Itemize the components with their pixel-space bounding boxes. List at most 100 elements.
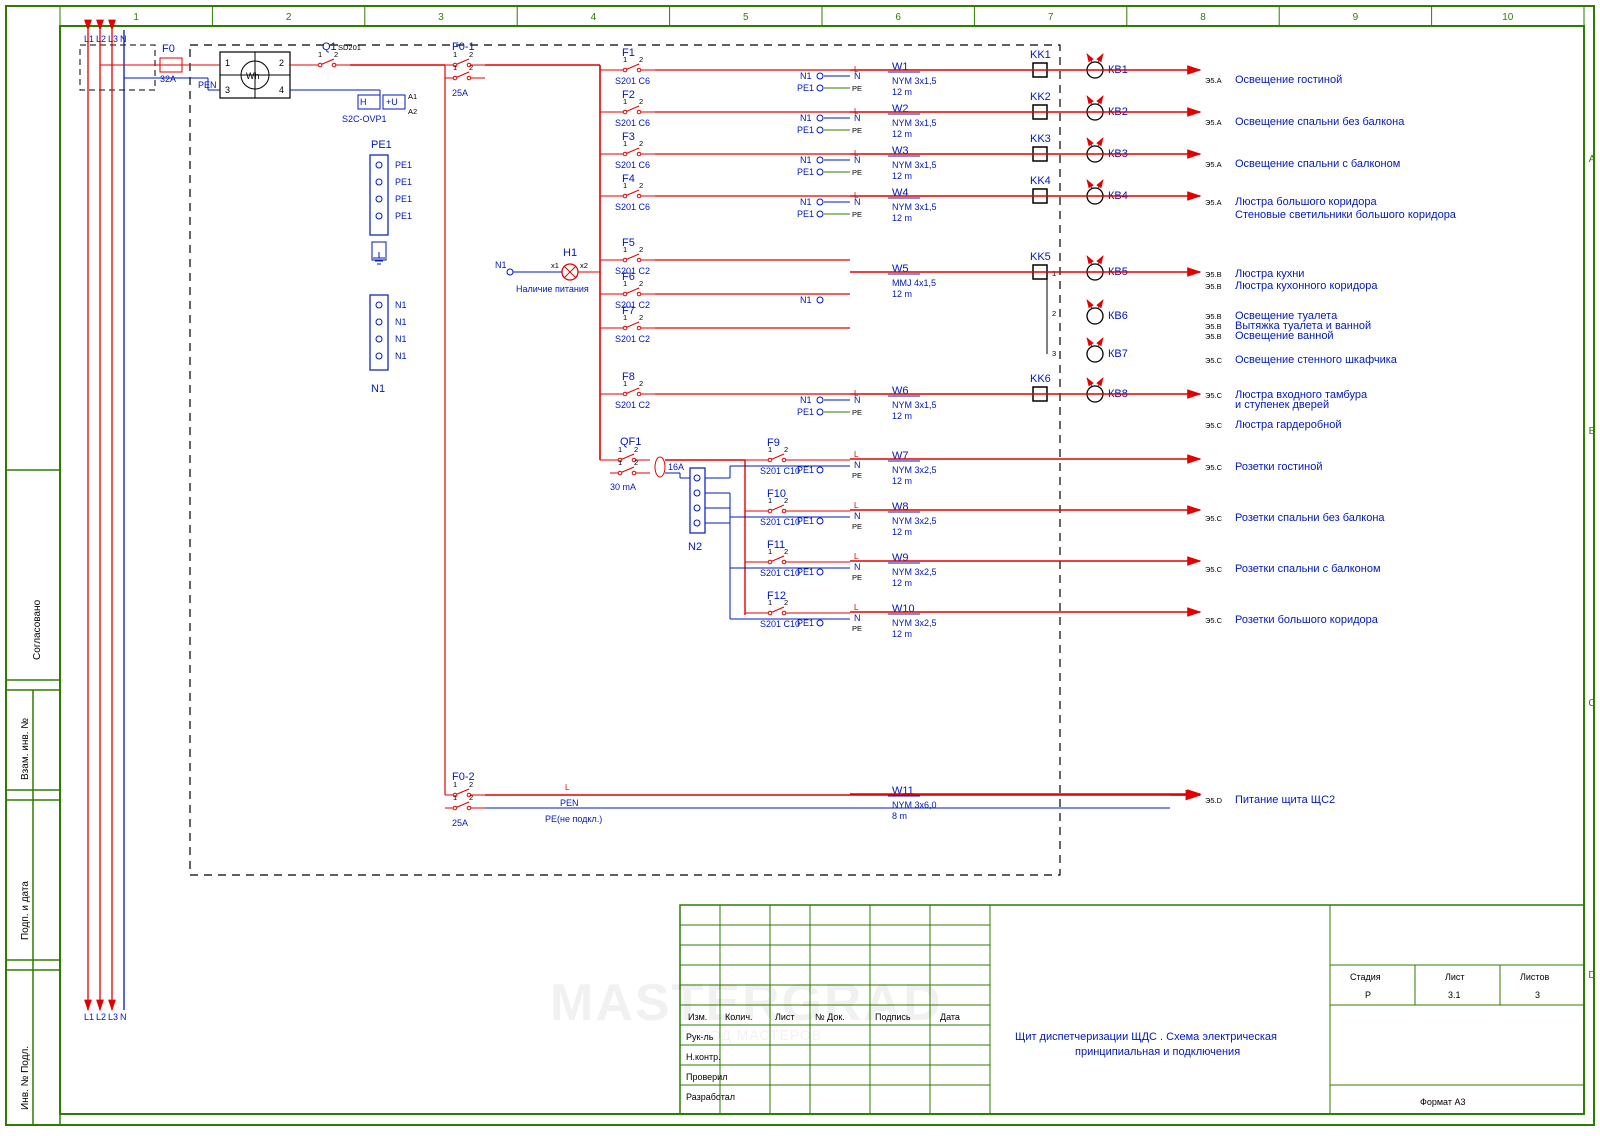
svg-text:Э5.А: Э5.А <box>1205 118 1222 127</box>
cable-W8: W8NYM 3x2,512 m <box>850 501 1200 537</box>
dest-18: Э5.DПитание щита ЩС2 <box>1205 794 1335 806</box>
svg-text:Освещение гостиной: Освещение гостиной <box>1235 74 1342 86</box>
svg-text:8 m: 8 m <box>892 811 907 821</box>
ovp-module: H +U A1 A2 S2C-OVP1 <box>342 90 417 124</box>
svg-text:W1: W1 <box>892 61 909 73</box>
svg-text:PE: PE <box>852 408 862 417</box>
svg-text:Э5.С: Э5.С <box>1205 463 1223 472</box>
svg-text:30 mA: 30 mA <box>610 482 636 492</box>
svg-text:PE: PE <box>852 522 862 531</box>
cable-W5: W5MMJ 4x1,512 m <box>850 263 1200 299</box>
svg-text:KK1: KK1 <box>1030 49 1051 61</box>
dest-14: Э5.СРозетки гостиной <box>1205 461 1322 473</box>
svg-text:Wh: Wh <box>246 71 260 81</box>
svg-text:2: 2 <box>1052 309 1056 318</box>
svg-text:S201 C10: S201 C10 <box>760 568 800 578</box>
svg-text:Q1: Q1 <box>322 41 337 53</box>
svg-text:N: N <box>854 113 861 123</box>
cable-W6: W6NYM 3x1,512 m <box>850 385 1200 421</box>
svg-text:Освещение спальни с балконом: Освещение спальни с балконом <box>1235 158 1400 170</box>
svg-text:PE1: PE1 <box>797 209 814 219</box>
cable-W2: W2NYM 3x1,512 m <box>850 103 1200 139</box>
F0-fuse: F0 32А PEN <box>100 43 217 90</box>
svg-text:F8: F8 <box>622 371 635 383</box>
svg-text:N: N <box>120 34 127 44</box>
svg-text:L1: L1 <box>84 1012 94 1022</box>
svg-text:С: С <box>1588 698 1595 709</box>
svg-text:N1: N1 <box>800 71 812 81</box>
svg-text:Проверил: Проверил <box>686 1072 727 1082</box>
svg-text:7: 7 <box>1048 12 1054 23</box>
svg-text:Формат А3: Формат А3 <box>1420 1097 1465 1107</box>
svg-text:W6: W6 <box>892 385 909 397</box>
dest-2: Э5.АОсвещение спальни с балконом <box>1205 158 1400 170</box>
svg-text:L3: L3 <box>108 34 118 44</box>
svg-text:Наличие питания: Наличие питания <box>516 284 589 294</box>
svg-text:L1: L1 <box>84 34 94 44</box>
svg-text:1: 1 <box>225 58 230 68</box>
breaker-F2: F2S201 C6 <box>600 89 850 128</box>
svg-text:KK6: KK6 <box>1030 373 1051 385</box>
svg-text:KK4: KK4 <box>1030 175 1051 187</box>
svg-text:S201 C10: S201 C10 <box>760 466 800 476</box>
svg-text:Разработал: Разработал <box>686 1092 735 1102</box>
svg-text:W5: W5 <box>892 263 909 275</box>
svg-text:PE1: PE1 <box>797 407 814 417</box>
svg-text:N: N <box>854 71 861 81</box>
svg-text:KK3: KK3 <box>1030 133 1051 145</box>
svg-text:Освещение стенного шкафчика: Освещение стенного шкафчика <box>1235 354 1398 366</box>
kk-4: KK5КВ5 <box>1030 251 1128 280</box>
svg-text:1: 1 <box>1052 269 1056 278</box>
svg-text:Освещение ванной: Освещение ванной <box>1235 330 1334 342</box>
svg-text:L2: L2 <box>96 1012 106 1022</box>
F0-2-breaker: F0-2 25А L PEN PE(не подкл.) <box>445 65 1200 828</box>
breaker-F9: F9S201 C10PE1LNPE <box>705 437 862 480</box>
svg-text:Э5.А: Э5.А <box>1205 198 1222 207</box>
svg-text:Освещение спальни без балкона: Освещение спальни без балкона <box>1235 116 1405 128</box>
svg-text:N: N <box>854 613 861 623</box>
svg-text:N1: N1 <box>495 260 507 270</box>
svg-text:F11: F11 <box>767 539 785 551</box>
svg-text:NYM 3x2,5: NYM 3x2,5 <box>892 567 937 577</box>
destinations: Э5.АОсвещение гостинойЭ5.АОсвещение спал… <box>1205 74 1457 806</box>
F0-1-breaker: F0-1 25А <box>445 41 600 98</box>
svg-text:PE: PE <box>852 573 862 582</box>
svg-text:3: 3 <box>1052 349 1056 358</box>
kk-0: KK1КВ1 <box>1030 49 1128 78</box>
svg-text:Листов: Листов <box>1520 972 1549 982</box>
svg-text:Р: Р <box>1365 990 1371 1000</box>
kk-5: КВ6 <box>1087 300 1128 324</box>
svg-text:L: L <box>854 450 859 459</box>
svg-text:L: L <box>854 552 859 561</box>
svg-text:N1: N1 <box>395 334 407 344</box>
svg-text:SD201: SD201 <box>338 43 361 52</box>
breaker-F6: F6S201 C2 <box>600 271 850 310</box>
svg-text:F5: F5 <box>622 237 635 249</box>
svg-text:N2: N2 <box>688 541 702 553</box>
breaker-F8: F8S201 C2 <box>600 371 850 410</box>
svg-text:F10: F10 <box>767 488 786 500</box>
svg-text:Люстра большого коридора: Люстра большого коридора <box>1235 196 1377 208</box>
svg-text:PE: PE <box>852 168 862 177</box>
svg-text:12 m: 12 m <box>892 629 912 639</box>
dest-5: Э5.ВЛюстра кухни <box>1205 268 1304 280</box>
svg-text:Люстра кухни: Люстра кухни <box>1235 268 1304 280</box>
svg-text:N: N <box>854 395 861 405</box>
svg-text:N1: N1 <box>800 113 812 123</box>
svg-text:NYM 3x1,5: NYM 3x1,5 <box>892 202 937 212</box>
kk-1: KK2КВ2 <box>1030 91 1128 120</box>
svg-text:Э5.В: Э5.В <box>1205 332 1222 341</box>
svg-text:N1: N1 <box>395 300 407 310</box>
svg-text:NYM 3x2,5: NYM 3x2,5 <box>892 465 937 475</box>
svg-text:12 m: 12 m <box>892 129 912 139</box>
dest-4: Стеновые светильники большого коридора <box>1235 209 1457 221</box>
svg-text:Питание щита ЩС2: Питание щита ЩС2 <box>1235 794 1335 806</box>
svg-text:QF1: QF1 <box>620 436 641 448</box>
svg-text:Лист: Лист <box>1445 972 1465 982</box>
svg-text:F6: F6 <box>622 271 635 283</box>
cable-W10: W10NYM 3x2,512 m <box>850 603 1200 639</box>
svg-text:NYM 3x1,5: NYM 3x1,5 <box>892 76 937 86</box>
svg-text:PE: PE <box>852 471 862 480</box>
svg-text:S201 C10: S201 C10 <box>760 517 800 527</box>
svg-text:W11: W11 <box>892 785 914 797</box>
